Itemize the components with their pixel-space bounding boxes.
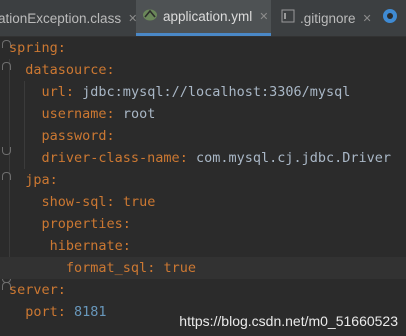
close-icon[interactable]: ✕	[259, 10, 268, 23]
code-line: server:	[9, 282, 66, 298]
gitignore-file-icon	[281, 9, 295, 27]
tab-exception-class[interactable]: ationException.class ✕	[0, 0, 137, 36]
code-line: properties:	[41, 216, 131, 232]
code-line: port: 8181	[25, 304, 107, 320]
tab-label: .gitignore	[300, 10, 356, 26]
tab-java-file[interactable]	[382, 0, 406, 36]
code-line: username: root	[41, 106, 156, 122]
editor-tab-bar: ationException.class ✕ application.yml ✕…	[0, 0, 406, 37]
code-editor[interactable]: spring: datasource: url: jdbc:mysql://lo…	[0, 37, 406, 336]
close-icon[interactable]: ✕	[363, 12, 372, 25]
tab-label: application.yml	[163, 9, 253, 24]
code-line: jpa:	[25, 172, 58, 188]
code-line: spring:	[9, 40, 66, 56]
code-line: driver-class-name: com.mysql.cj.jdbc.Dri…	[41, 150, 392, 166]
code-line: show-sql: true	[41, 194, 156, 210]
tab-label: ationException.class	[0, 10, 122, 26]
yaml-file-icon	[142, 8, 158, 26]
tab-application-yml[interactable]: application.yml ✕	[136, 0, 271, 36]
java-file-icon	[382, 8, 398, 28]
watermark: https://blog.csdn.net/m0_51660523	[179, 313, 398, 329]
tab-gitignore[interactable]: .gitignore ✕	[275, 0, 381, 36]
code-line: hibernate:	[49, 238, 131, 254]
code-line: password:	[41, 128, 115, 144]
code-line: url: jdbc:mysql://localhost:3306/mysql	[41, 84, 351, 100]
code-line: datasource:	[25, 62, 115, 78]
code-line-current: format_sql: true	[0, 257, 406, 279]
